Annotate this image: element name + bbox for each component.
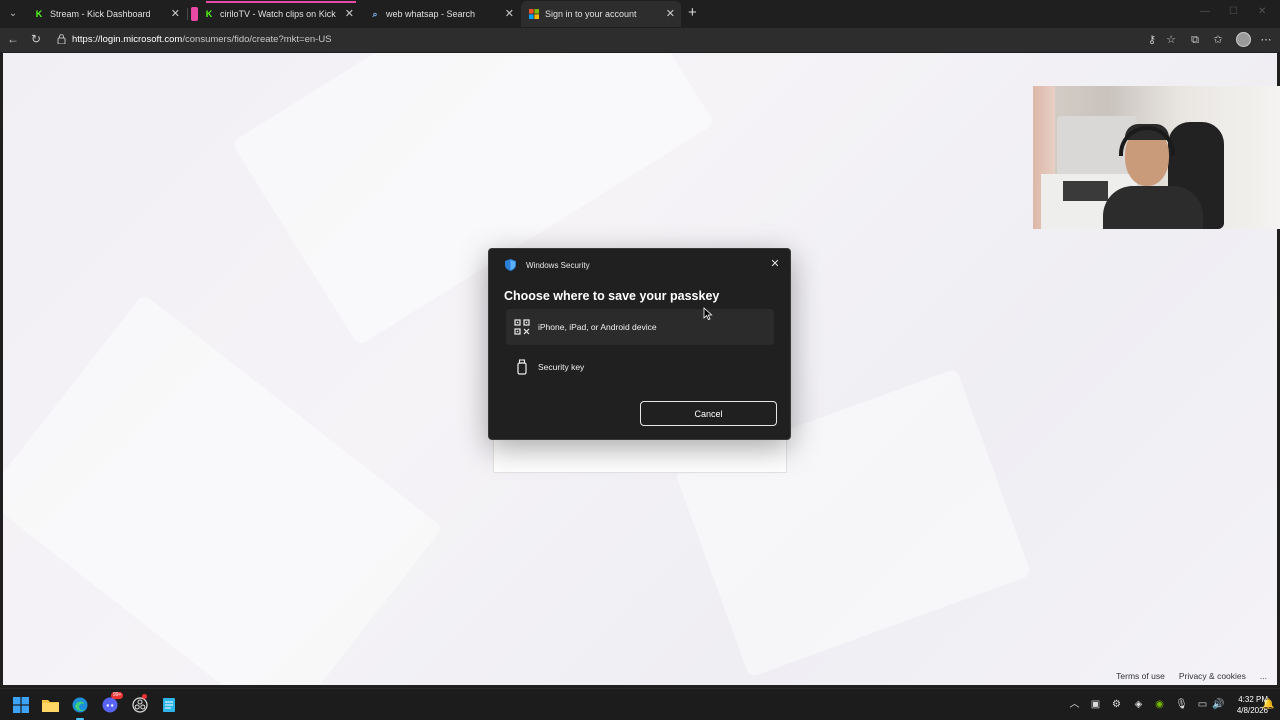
cancel-button[interactable]: Cancel: [640, 401, 777, 426]
tab-cirilotv-clips[interactable]: K ciriloTV - Watch clips on Kick ✕: [188, 1, 360, 27]
background-shape: [3, 293, 443, 685]
edge-icon: [72, 697, 88, 713]
windows-logo-icon: [13, 697, 29, 713]
close-window-icon[interactable]: ✕: [1258, 6, 1266, 17]
search-icon: ⌕: [372, 8, 378, 19]
windows-security-dialog: Windows Security ✕ Choose where to save …: [488, 248, 791, 440]
browser-toolbar: ← ↻ https://login.microsoft.com/consumer…: [0, 28, 1280, 52]
microsoft-icon: [529, 9, 539, 20]
streamer-body: [1103, 186, 1203, 229]
minimize-icon[interactable]: —: [1200, 6, 1210, 17]
obs-button[interactable]: [131, 694, 149, 714]
url-path: /consumers/fido/create?mkt=en-US: [182, 34, 332, 45]
lock-icon: [57, 34, 66, 44]
box-on-bed: [1063, 181, 1108, 201]
kick-icon: K: [35, 9, 43, 19]
mouse-cursor-icon: [703, 307, 713, 321]
passkey-icon[interactable]: ⚷: [1145, 33, 1159, 47]
recording-dot: [142, 694, 147, 699]
new-tab-button[interactable]: +: [688, 5, 697, 21]
edge-browser-button[interactable]: [71, 696, 89, 720]
extensions-icon[interactable]: ⧉: [1188, 33, 1202, 47]
refresh-icon[interactable]: ↻: [31, 32, 41, 46]
file-explorer-button[interactable]: [41, 696, 59, 714]
tab-group-marker: [191, 7, 198, 21]
back-icon[interactable]: ←: [7, 32, 19, 46]
start-button[interactable]: [12, 696, 30, 714]
close-tab-icon[interactable]: ✕: [345, 8, 354, 20]
tab-web-whatsap-search[interactable]: ⌕ web whatsap - Search ✕: [362, 1, 520, 27]
tab-actions-menu-icon[interactable]: ⌄: [4, 5, 22, 23]
webcam-overlay: [1033, 86, 1280, 229]
close-tab-icon[interactable]: ✕: [666, 8, 675, 20]
notepad-button[interactable]: [160, 696, 178, 714]
network-icon[interactable]: ▭: [1196, 698, 1209, 711]
notification-badge: 99+: [111, 692, 124, 699]
kick-icon: K: [205, 9, 213, 19]
tab-label: web whatsap - Search: [386, 9, 476, 19]
url-text: https://login.microsoft.com/consumers/fi…: [72, 34, 332, 45]
option-label: iPhone, iPad, or Android device: [538, 322, 657, 332]
nvidia-icon[interactable]: ◉: [1153, 698, 1166, 711]
windows-taskbar: 99+ ︿ ▣ ⚙ ◈ ◉ 🎙 ▭ 🔊 4:32 PM 4/8/2026 🔔: [0, 688, 1280, 720]
browser-tab-strip: ⌄ K Stream - Kick Dashboard ✕ K ciriloTV…: [0, 0, 1280, 28]
volume-icon[interactable]: 🔊: [1212, 698, 1225, 711]
tab-label: ciriloTV - Watch clips on Kick: [220, 9, 336, 19]
option-label: Security key: [538, 362, 585, 372]
tab-label: Stream - Kick Dashboard: [50, 9, 151, 19]
more-menu-icon[interactable]: ⋯: [1259, 33, 1273, 47]
tray-shield-icon[interactable]: ◈: [1132, 698, 1145, 711]
option-phone-device[interactable]: iPhone, iPad, or Android device: [506, 309, 774, 345]
tray-app-icon[interactable]: ▣: [1089, 698, 1102, 711]
notifications-icon[interactable]: 🔔: [1262, 698, 1275, 711]
close-tab-icon[interactable]: ✕: [171, 8, 180, 20]
page-footer: Terms of use Privacy & cookies ...: [1116, 671, 1267, 681]
dialog-app-title: Windows Security: [526, 261, 590, 270]
login-card: [493, 438, 787, 473]
tab-label: Sign in to your account: [545, 9, 637, 19]
privacy-link[interactable]: Privacy & cookies: [1179, 671, 1246, 681]
dialog-heading: Choose where to save your passkey: [504, 289, 720, 303]
tab-sign-in[interactable]: Sign in to your account ✕: [521, 1, 681, 27]
tab-kick-dashboard[interactable]: K Stream - Kick Dashboard ✕: [26, 1, 186, 27]
show-hidden-icons-chevron-icon[interactable]: ︿: [1068, 698, 1081, 711]
shield-icon: [505, 259, 516, 271]
microphone-icon[interactable]: 🎙: [1175, 698, 1188, 711]
folder-icon: [41, 700, 59, 712]
terms-link[interactable]: Terms of use: [1116, 671, 1165, 681]
address-bar[interactable]: https://login.microsoft.com/consumers/fi…: [52, 30, 1132, 50]
steam-icon[interactable]: ⚙: [1110, 698, 1123, 711]
usb-key-icon: [517, 359, 527, 375]
profile-avatar[interactable]: [1236, 32, 1251, 47]
footer-more-button[interactable]: ...: [1260, 671, 1267, 681]
maximize-icon[interactable]: ☐: [1229, 6, 1238, 17]
discord-icon: [102, 697, 118, 713]
discord-button[interactable]: 99+: [101, 692, 124, 714]
url-host: https://login.microsoft.com: [72, 34, 183, 45]
close-tab-icon[interactable]: ✕: [505, 8, 514, 20]
tab-group-underline: [206, 1, 356, 3]
favorite-star-icon[interactable]: ☆: [1164, 33, 1178, 47]
obs-icon: [132, 697, 148, 713]
close-icon[interactable]: ✕: [768, 257, 782, 271]
favorites-icon[interactable]: ✩: [1211, 33, 1225, 47]
qr-code-icon: [514, 319, 530, 335]
notepad-icon: [163, 698, 175, 712]
option-security-key[interactable]: Security key: [506, 349, 774, 385]
